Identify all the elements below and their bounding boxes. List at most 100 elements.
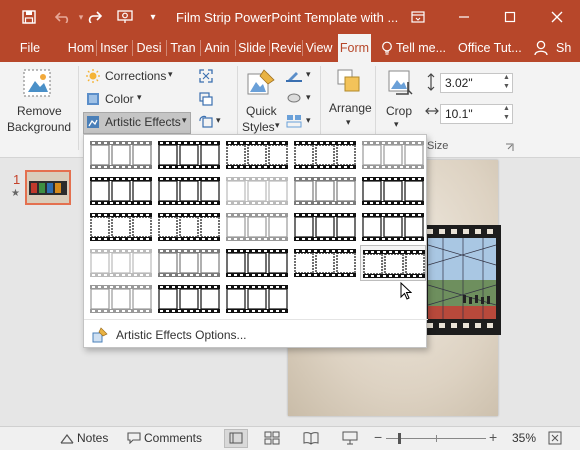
reset-dropdown-icon[interactable]: ▾ [216, 115, 221, 126]
artistic-effect-option[interactable] [360, 209, 426, 245]
artistic-effect-option[interactable] [88, 137, 154, 173]
artistic-effect-option[interactable] [360, 173, 426, 209]
notes-button[interactable]: Notes [77, 431, 108, 445]
zoom-level[interactable]: 35% [512, 431, 536, 445]
customize-icon[interactable]: ▾ [140, 0, 166, 34]
slideshow-view-icon[interactable] [342, 431, 358, 448]
artistic-effect-option[interactable] [224, 245, 290, 281]
zoom-out-button[interactable]: − [374, 429, 382, 445]
picture-effects-dropdown-icon[interactable]: ▾ [306, 92, 311, 103]
artistic-effect-option[interactable] [292, 137, 358, 173]
tab-separator [166, 40, 167, 56]
width-icon [425, 104, 439, 121]
artistic-effect-preview [226, 249, 288, 277]
tab-design[interactable]: Desi [134, 34, 164, 62]
tab-format[interactable]: Form [338, 34, 371, 62]
artistic-effect-preview [363, 250, 425, 278]
artistic-effect-option[interactable] [360, 245, 426, 281]
reset-picture-icon[interactable] [199, 115, 213, 132]
artistic-effect-option[interactable] [156, 245, 222, 281]
picture-border-icon[interactable] [286, 68, 302, 85]
quick-styles-label-2[interactable]: Styles [242, 120, 275, 134]
quick-styles-label-1[interactable]: Quick [246, 104, 277, 118]
slide-thumbnail[interactable] [25, 170, 71, 205]
share-button[interactable]: Sh [556, 34, 578, 62]
artistic-effects-options-icon [92, 327, 108, 346]
color-button[interactable]: Color [105, 92, 134, 106]
user-icon[interactable] [534, 40, 548, 59]
artistic-effect-option[interactable] [292, 245, 358, 281]
artistic-effect-option[interactable] [156, 173, 222, 209]
corrections-dropdown-icon[interactable]: ▾ [168, 69, 173, 80]
artistic-effect-option[interactable] [224, 137, 290, 173]
tab-review[interactable]: Revie [271, 34, 301, 62]
corrections-button[interactable]: Corrections [105, 69, 166, 83]
artistic-effect-option[interactable] [292, 173, 358, 209]
comments-icon[interactable] [127, 432, 141, 447]
close-icon[interactable] [534, 0, 580, 34]
remove-background-label-1[interactable]: Remove [17, 104, 62, 118]
zoom-in-button[interactable]: + [489, 429, 497, 445]
tab-view[interactable]: View [304, 34, 334, 62]
corrections-icon[interactable] [86, 69, 100, 86]
artistic-effect-option[interactable] [224, 209, 290, 245]
artistic-effect-option[interactable] [360, 137, 426, 173]
artistic-effect-option[interactable] [88, 245, 154, 281]
artistic-effects-options-link[interactable]: Artistic Effects Options... [116, 328, 247, 342]
remove-background-label-2[interactable]: Background [7, 120, 71, 134]
size-dialog-launcher-icon[interactable] [505, 141, 514, 155]
notes-icon[interactable] [60, 432, 74, 447]
color-dropdown-icon[interactable]: ▾ [137, 92, 142, 103]
width-spinner-icon[interactable]: ▲ ▼ [503, 104, 510, 122]
redo-icon[interactable] [82, 0, 108, 34]
color-icon[interactable] [86, 92, 100, 109]
quick-styles-icon[interactable] [246, 68, 276, 103]
compress-pictures-icon[interactable] [199, 69, 213, 86]
artistic-effect-option[interactable] [224, 173, 290, 209]
artistic-effect-option[interactable] [156, 281, 222, 317]
artistic-effect-option[interactable] [88, 173, 154, 209]
zoom-slider-thumb[interactable] [398, 433, 401, 444]
picture-effects-icon[interactable] [286, 91, 302, 108]
artistic-effect-option[interactable] [88, 281, 154, 317]
tab-animations[interactable]: Anin [202, 34, 232, 62]
fit-to-window-icon[interactable] [548, 431, 562, 448]
tab-slideshow[interactable]: Slide [237, 34, 267, 62]
height-spinner-icon[interactable]: ▲ ▼ [503, 73, 510, 91]
office-tutorials-account[interactable]: Office Tut... [458, 34, 524, 62]
change-picture-icon[interactable] [199, 92, 213, 109]
artistic-effect-preview [90, 285, 152, 313]
film-strip-picture[interactable] [423, 225, 501, 335]
crop-dropdown-icon[interactable]: ▾ [394, 119, 399, 130]
slideshow-icon[interactable] [112, 0, 138, 34]
tab-insert[interactable]: Inser [98, 34, 130, 62]
picture-border-dropdown-icon[interactable]: ▾ [306, 69, 311, 80]
tab-file[interactable]: File [8, 34, 52, 62]
crop-label[interactable]: Crop [386, 104, 412, 118]
minimize-icon[interactable] [441, 0, 487, 34]
remove-background-icon[interactable] [22, 68, 54, 103]
picture-layout-icon[interactable] [286, 114, 302, 131]
save-icon[interactable] [16, 0, 42, 34]
tab-home[interactable]: Hom [66, 34, 96, 62]
artistic-effect-option[interactable] [88, 209, 154, 245]
crop-icon[interactable] [386, 68, 416, 101]
zoom-slider-center-tick [436, 435, 437, 442]
artistic-effect-option[interactable] [292, 209, 358, 245]
arrange-icon[interactable] [336, 68, 362, 99]
comments-button[interactable]: Comments [144, 431, 202, 445]
restore-icon[interactable] [487, 0, 533, 34]
tab-transitions[interactable]: Tran [168, 34, 198, 62]
artistic-effect-option[interactable] [156, 137, 222, 173]
artistic-effect-option[interactable] [224, 281, 290, 317]
arrange-label[interactable]: Arrange [329, 101, 372, 115]
picture-layout-dropdown-icon[interactable]: ▾ [306, 115, 311, 126]
reading-view-icon[interactable] [303, 431, 319, 448]
normal-view-button[interactable] [224, 429, 248, 448]
tell-me-search[interactable]: Tell me... [396, 34, 451, 62]
artistic-effect-option[interactable] [156, 209, 222, 245]
slide-sorter-icon[interactable] [264, 431, 280, 448]
arrange-dropdown-icon[interactable]: ▾ [346, 117, 351, 128]
ribbon-display-icon[interactable] [395, 0, 441, 34]
quick-styles-dropdown-icon[interactable]: ▾ [275, 120, 280, 131]
